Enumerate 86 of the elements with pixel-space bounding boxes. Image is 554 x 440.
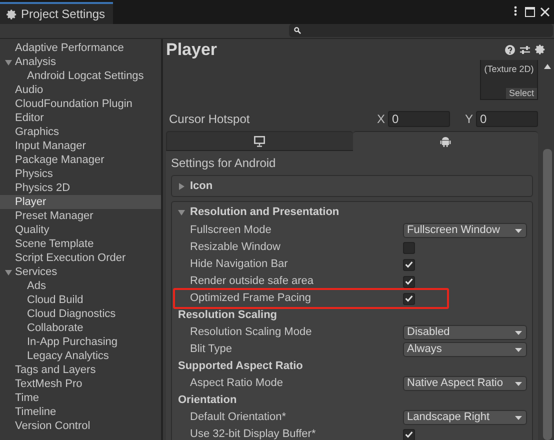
sidebar-item[interactable]: Ads [27,279,46,293]
sidebar-item[interactable]: Tags and Layers [15,363,96,377]
sidebar-item[interactable]: Legacy Analytics [27,349,109,363]
field-label: Cursor Hotspot [169,111,251,128]
dropdown[interactable]: Always [403,342,527,357]
caret-icon [515,382,522,386]
field-label: Fullscreen Mode [189,223,272,238]
sidebar-item[interactable]: Cloud Diagnostics [27,307,116,321]
sidebar-item[interactable]: Services [15,265,58,279]
sliders-icon[interactable] [520,44,530,54]
sidebar-item[interactable]: Adaptive Performance [15,41,124,55]
field-label: Hide Navigation Bar [189,257,289,272]
sidebar-item[interactable]: Editor [15,111,44,125]
sidebar-item[interactable]: CloudFoundation Plugin [15,97,132,111]
field-label: Resolution Scaling Mode [189,325,313,340]
field-label: Blit Type [189,342,233,358]
dropdown[interactable]: Landscape Right [403,410,527,425]
section-title[interactable]: Icon [190,178,213,194]
sidebar-item[interactable]: TextMesh Pro [15,377,82,391]
number-field[interactable]: 0 [388,111,450,127]
maximize-icon[interactable] [525,7,535,17]
settings-title: Settings for Android [171,155,276,172]
dropdown[interactable]: Disabled [403,325,527,340]
more-icon[interactable] [514,6,517,16]
axis-label: X [376,111,385,128]
search-icon [294,27,301,34]
caret-icon [515,416,522,420]
section-title[interactable]: Resolution and Presentation [190,204,340,220]
field-label: Use 32-bit Display Buffer* [189,427,317,440]
search-field[interactable] [289,24,553,37]
sidebar-item[interactable]: Time [15,391,40,405]
checkbox[interactable] [403,276,415,288]
texture-type: (Texture 2D) [484,64,534,75]
select-button[interactable]: Select [506,88,537,99]
sidebar-item[interactable]: Scene Template [15,237,94,251]
caret-icon [515,348,522,352]
group-heading: Supported Aspect Ratio [177,359,304,374]
scroll-up-icon[interactable] [544,64,550,69]
sidebar-item[interactable]: Collaborate [27,321,84,335]
checkbox[interactable] [403,292,415,304]
caret-icon [515,330,522,334]
checkbox[interactable] [403,258,415,270]
inspector-title: Player [166,38,218,61]
field-label: Default Orientation* [189,410,287,426]
help-icon[interactable] [505,44,515,54]
dropdown[interactable]: Fullscreen Window [403,223,527,238]
axis-label: Y [464,111,473,128]
sidebar-item[interactable]: Preset Manager [15,209,94,223]
expanded-arrow-icon[interactable] [5,268,12,276]
sidebar-item[interactable]: Analysis [15,55,56,69]
sidebar-item[interactable]: Input Manager [15,139,86,153]
caret-icon [515,228,522,232]
close-icon[interactable] [540,7,550,17]
monitor-icon [254,136,266,146]
sidebar-item[interactable]: Player [15,195,46,209]
settings-icon [6,8,17,20]
sidebar-item[interactable]: Quality [15,223,50,237]
sidebar-item[interactable]: Physics [15,167,53,181]
expanded-arrow-icon[interactable] [178,208,185,216]
sidebar-item[interactable]: Package Manager [15,153,104,167]
sidebar-item[interactable]: Script Execution Order [15,251,126,265]
field-label: Aspect Ratio Mode [189,376,284,392]
expanded-arrow-icon[interactable] [5,58,12,66]
field-label: Render outside safe area [189,274,315,290]
number-field[interactable]: 0 [476,111,538,127]
checkbox[interactable] [403,242,415,254]
sidebar-item[interactable]: Cloud Build [27,293,84,307]
scrollbar-thumb[interactable] [542,149,552,440]
group-heading: Resolution Scaling [177,308,278,324]
robot-icon [440,136,451,147]
collapsed-arrow-icon[interactable] [178,182,185,190]
sidebar-item[interactable]: In-App Purchasing [27,335,118,349]
group-heading: Orientation [177,393,238,408]
sidebar-item[interactable]: Audio [15,83,44,97]
sidebar-item[interactable]: Physics 2D [15,181,70,195]
field-label: Optimized Frame Pacing [189,291,312,306]
sidebar-item[interactable]: Graphics [15,125,60,139]
window-tab[interactable]: Project Settings [0,2,113,24]
window-title: Project Settings [21,6,106,23]
sidebar-item[interactable]: Version Control [15,419,90,433]
settings-icon[interactable] [535,44,546,55]
sidebar-item[interactable]: Android Logcat Settings [27,69,144,83]
field-label: Resizable Window [189,240,282,256]
sidebar-item[interactable]: Timeline [15,405,56,419]
dropdown[interactable]: Native Aspect Ratio [403,376,527,391]
checkbox[interactable] [403,428,415,440]
